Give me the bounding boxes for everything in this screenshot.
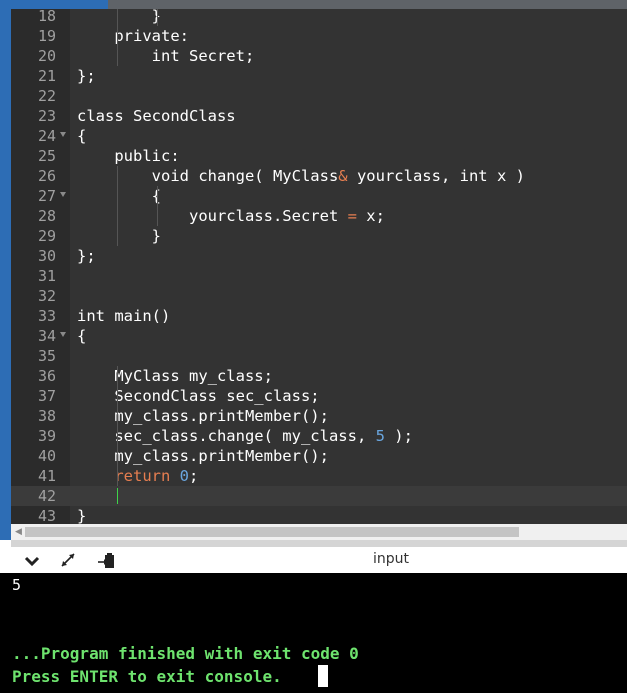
line-number: 25 <box>37 147 56 165</box>
line-number: 36 <box>37 367 56 385</box>
line-number: 30 <box>37 247 56 265</box>
line-number: 43 <box>37 507 56 524</box>
line-number: 34 <box>37 327 56 345</box>
code-editor[interactable]: 18 } 19 private: 20 int Secret; 21}; 22 23 cla… <box>11 9 627 524</box>
code-line[interactable]: 34 { <box>11 326 627 346</box>
code-line[interactable]: 19 private: <box>11 26 627 46</box>
code-line[interactable]: 32 <box>11 286 627 306</box>
code-text: } <box>77 9 161 25</box>
code-text: int Secret; <box>77 47 255 65</box>
io-toolbar: input <box>11 547 627 573</box>
code-line[interactable]: 35 <box>11 346 627 366</box>
code-line[interactable]: 21}; <box>11 66 627 86</box>
indent-guide <box>157 186 158 226</box>
line-number: 26 <box>37 167 56 185</box>
indent-guide <box>117 166 118 246</box>
console[interactable]: 5 ...Program finished with exit code 0 P… <box>0 573 627 693</box>
fold-arrow-icon[interactable] <box>60 332 66 337</box>
console-output: 5 <box>12 576 22 594</box>
code-line[interactable]: 29 } <box>11 226 627 246</box>
code-text: MyClass my_class; <box>77 367 273 385</box>
code-line[interactable]: 24 { <box>11 126 627 146</box>
line-number: 28 <box>37 207 56 225</box>
line-number: 18 <box>37 9 56 25</box>
code-line[interactable]: 27 { <box>11 186 627 206</box>
line-number: 37 <box>37 387 56 405</box>
line-number: 40 <box>37 447 56 465</box>
top-tab[interactable] <box>0 0 108 9</box>
code-text: private: <box>77 27 189 45</box>
console-press-enter: Press ENTER to exit console. <box>12 667 282 686</box>
line-number: 41 <box>37 467 56 485</box>
code-text: { <box>77 187 161 205</box>
code-text: return 0; <box>114 467 199 485</box>
line-number: 39 <box>37 427 56 445</box>
line-number: 22 <box>37 87 56 105</box>
code-line[interactable]: 41 return 0; <box>11 466 627 486</box>
code-line[interactable]: 43} <box>11 506 627 524</box>
expand-arrows-icon[interactable] <box>59 552 77 568</box>
line-number: 21 <box>37 67 56 85</box>
line-number: 32 <box>37 287 56 305</box>
code-line[interactable]: 38 my_class.printMember(); <box>11 406 627 426</box>
code-text: public: <box>77 147 180 165</box>
console-finished-message: ...Program finished with exit code 0 <box>12 644 359 663</box>
code-line[interactable]: 31 <box>11 266 627 286</box>
code-line[interactable]: 18 } <box>11 9 627 26</box>
code-line[interactable]: 33 int main() <box>11 306 627 326</box>
line-number: 33 <box>37 307 56 325</box>
code-line[interactable]: 20 int Secret; <box>11 46 627 66</box>
code-text: } <box>77 507 87 524</box>
line-number: 35 <box>37 347 56 365</box>
code-line[interactable]: 30}; <box>11 246 627 266</box>
fold-arrow-icon[interactable] <box>60 132 66 137</box>
code-line[interactable]: 25 public: <box>11 146 627 166</box>
line-number: 31 <box>37 267 56 285</box>
code-line[interactable]: 37 SecondClass sec_class; <box>11 386 627 406</box>
line-number: 19 <box>37 27 56 45</box>
indent-guide <box>117 366 118 486</box>
clipboard-copy-icon[interactable] <box>97 552 115 568</box>
chevron-down-icon[interactable] <box>23 552 41 568</box>
indent-guide <box>157 9 158 26</box>
code-text: { <box>77 327 87 345</box>
code-text: } <box>77 227 161 245</box>
line-number: 23 <box>37 107 56 125</box>
fold-arrow-icon[interactable] <box>60 192 66 197</box>
code-text: sec_class.change( my_class, 5 ); <box>77 427 413 445</box>
code-line[interactable]: 22 <box>11 86 627 106</box>
code-line[interactable]: 40 my_class.printMember(); <box>11 446 627 466</box>
code-text: my_class.printMember(); <box>77 407 329 425</box>
indent-guide <box>117 9 118 66</box>
line-number: 24 <box>37 127 56 145</box>
code-text: void change( MyClass& yourclass, int x ) <box>77 167 525 185</box>
line-number: 42 <box>37 487 56 505</box>
code-text: }; <box>77 67 96 85</box>
console-cursor <box>318 665 328 687</box>
code-text: int main() <box>77 307 171 325</box>
text-cursor <box>117 488 118 504</box>
scroll-left-icon[interactable]: ◀ <box>15 527 22 537</box>
code-line[interactable]: 36 MyClass my_class; <box>11 366 627 386</box>
line-number: 27 <box>37 187 56 205</box>
line-number: 20 <box>37 47 56 65</box>
panel-splitter[interactable] <box>11 540 627 547</box>
io-title: input <box>372 551 409 567</box>
line-number: 29 <box>37 227 56 245</box>
code-line[interactable]: 28 yourclass.Secret = x; <box>11 206 627 226</box>
code-line[interactable]: 42 <box>11 486 627 506</box>
code-line[interactable]: 26 void change( MyClass& yourclass, int … <box>11 166 627 186</box>
code-text: my_class.printMember(); <box>77 447 329 465</box>
code-line[interactable]: 23 class SecondClass <box>11 106 627 126</box>
line-number: 38 <box>37 407 56 425</box>
horizontal-scrollbar[interactable]: ◀ <box>11 524 627 540</box>
code-text: { <box>77 127 87 145</box>
code-text: yourclass.Secret = x; <box>77 207 385 225</box>
code-text: }; <box>77 247 96 265</box>
code-text: SecondClass sec_class; <box>77 387 320 405</box>
left-panel-strip <box>0 9 11 540</box>
scrollbar-thumb[interactable] <box>25 527 519 537</box>
code-text: class SecondClass <box>77 107 236 125</box>
code-line[interactable]: 39 sec_class.change( my_class, 5 ); <box>11 426 627 446</box>
